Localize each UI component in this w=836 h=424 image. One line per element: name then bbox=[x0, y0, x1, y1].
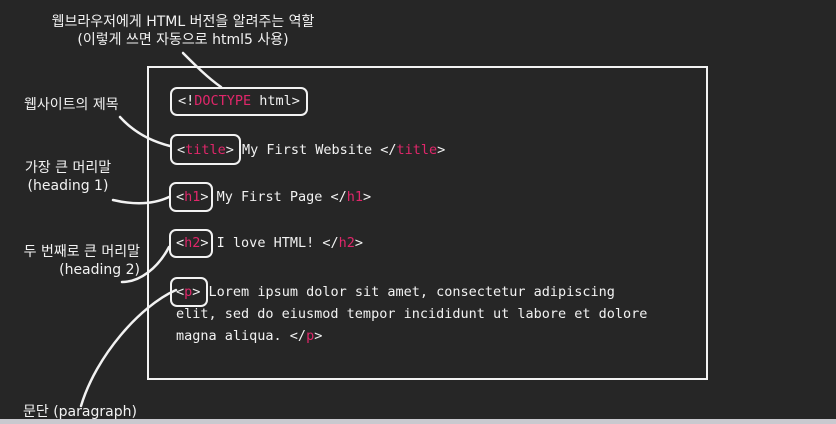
doctype-connector bbox=[181, 51, 223, 89]
h1-connector bbox=[111, 195, 171, 205]
title-connector bbox=[118, 115, 172, 148]
title-annotation: 웹사이트의 제목 bbox=[24, 97, 119, 113]
annotation-connectors bbox=[79, 51, 223, 408]
h2-annotation: 두 번째로 큰 머리말 (heading 2) bbox=[23, 244, 140, 278]
p-connector bbox=[79, 288, 178, 408]
doctype-annotation: 웹브라우저에게 HTML 버전을 알려주는 역할 (이렇게 쓰면 자동으로 ht… bbox=[51, 14, 315, 48]
bottom-strip bbox=[0, 419, 836, 424]
h1-annotation: 가장 큰 머리말 (heading 1) bbox=[24, 160, 112, 194]
